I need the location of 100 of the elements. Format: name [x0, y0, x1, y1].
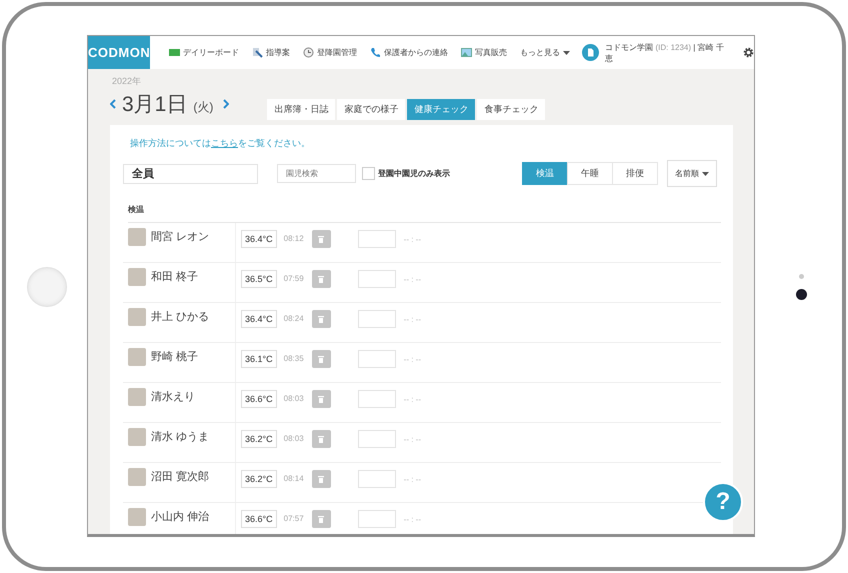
mode-tab[interactable]: 排便 — [612, 162, 658, 185]
time-label: -- : -- — [404, 515, 421, 524]
previous-day-button[interactable] — [110, 99, 116, 109]
trash-icon — [318, 236, 324, 242]
trash-icon — [318, 516, 324, 522]
tab[interactable]: 出席簿・日誌 — [267, 99, 336, 120]
temperature-field[interactable] — [358, 310, 396, 328]
chevron-left-icon — [110, 99, 116, 109]
clock-icon — [303, 47, 314, 58]
time-label: 08:35 — [284, 354, 304, 363]
child-name: 和田 柊子 — [151, 270, 198, 284]
temperature-field[interactable] — [358, 230, 396, 248]
help-text: 操作方法についてはこちら をご覧ください。 — [130, 137, 311, 150]
child-name: 清水えり — [151, 390, 195, 404]
time-label: -- : -- — [404, 475, 421, 484]
avatar-placeholder — [128, 428, 146, 446]
checkbox-label: 登園中園児のみ表示 — [378, 168, 450, 179]
delete-button[interactable] — [312, 270, 331, 288]
logo: CODMON — [88, 36, 150, 69]
avatar-placeholder — [128, 468, 146, 486]
temperature-field[interactable]: 36.4°C — [241, 230, 277, 248]
avatar-placeholder — [128, 388, 146, 406]
pencil-icon — [252, 47, 264, 58]
temperature-field[interactable]: 36.4°C — [241, 310, 277, 328]
time-label: 08:03 — [284, 434, 304, 443]
trash-icon — [318, 436, 324, 442]
child-name: 間宮 レオン — [151, 230, 210, 244]
account-name[interactable]: コドモン学園 (ID: 1234) | 宮崎 千恵 — [605, 42, 730, 64]
home-button[interactable] — [26, 266, 66, 306]
tab[interactable]: 食事チェック — [477, 99, 546, 120]
caret-icon — [563, 50, 570, 54]
child-name: 沼田 寛次郎 — [151, 470, 210, 484]
nav-link[interactable]: もっと見る — [520, 47, 570, 58]
temperature-field[interactable] — [358, 270, 396, 288]
camera-icon — [796, 288, 807, 300]
nav-link[interactable]: 指導案 — [252, 47, 290, 58]
trash-icon — [318, 316, 324, 322]
nav-link[interactable]: デイリーボード — [169, 47, 240, 58]
time-label: -- : -- — [404, 275, 421, 284]
photo-icon — [461, 47, 472, 58]
delete-button[interactable] — [312, 470, 331, 488]
board-icon — [169, 47, 180, 58]
temperature-field[interactable]: 36.6°C — [241, 390, 277, 408]
avatar-placeholder — [128, 508, 146, 526]
trash-icon — [318, 276, 324, 282]
delete-button[interactable] — [312, 390, 331, 408]
time-label: -- : -- — [404, 355, 421, 364]
avatar-placeholder — [128, 348, 146, 366]
settings-icon — [743, 47, 754, 58]
temperature-field[interactable]: 36.5°C — [241, 270, 277, 288]
weekday-label: (火) — [193, 98, 214, 116]
temperature-field[interactable]: 36.2°C — [241, 430, 277, 448]
tab[interactable]: 家庭での様子 — [337, 99, 406, 120]
time-label: -- : -- — [404, 315, 421, 324]
temperature-field[interactable]: 36.1°C — [241, 350, 277, 368]
trash-icon — [318, 356, 324, 362]
time-label: 08:03 — [284, 394, 304, 403]
delete-button[interactable] — [312, 430, 331, 448]
phone-icon — [370, 47, 382, 58]
avatar-placeholder — [128, 268, 146, 286]
checkbox[interactable] — [362, 167, 375, 180]
chevron-right-icon — [223, 99, 230, 109]
sort-dropdown[interactable]: 名前順 — [667, 160, 717, 187]
delete-button[interactable] — [312, 350, 331, 368]
document-icon — [582, 44, 600, 61]
nav-link[interactable]: 写真販売 — [461, 47, 508, 58]
date-heading: 3月1日 — [122, 92, 188, 118]
time-label: 08:12 — [284, 234, 304, 243]
avatar-placeholder — [128, 228, 146, 246]
temperature-field[interactable] — [358, 350, 396, 368]
temperature-field[interactable] — [358, 470, 396, 488]
child-name: 野崎 桃子 — [151, 350, 198, 364]
trash-icon — [318, 396, 324, 402]
avatar-placeholder — [128, 308, 146, 326]
child-name: 小山内 伸治 — [151, 510, 210, 524]
temperature-field[interactable] — [358, 430, 396, 448]
search-field[interactable]: 園児検索 — [277, 164, 356, 183]
child-name: 井上 ひかる — [151, 310, 210, 324]
sensor-icon — [799, 274, 804, 278]
delete-button[interactable] — [312, 230, 331, 248]
section-heading: 検温 — [128, 204, 721, 223]
temperature-field[interactable]: 36.6°C — [241, 510, 277, 528]
time-label: -- : -- — [404, 395, 421, 404]
delete-button[interactable] — [312, 510, 331, 528]
caret-icon — [702, 172, 709, 176]
group-select[interactable]: 全員 — [123, 164, 258, 184]
temperature-field[interactable] — [358, 510, 396, 528]
nav-link[interactable]: 登降園管理 — [303, 47, 358, 58]
time-label: -- : -- — [404, 435, 421, 444]
temperature-field[interactable] — [358, 390, 396, 408]
time-label: 07:57 — [284, 514, 304, 523]
time-label: 08:14 — [284, 474, 304, 483]
temperature-field[interactable]: 36.2°C — [241, 470, 277, 488]
year-label: 2022年 — [112, 75, 142, 88]
nav-link[interactable]: 保護者からの連絡 — [370, 47, 448, 58]
time-label: 08:24 — [284, 314, 304, 323]
mode-tab[interactable]: 午睡 — [567, 162, 613, 185]
next-day-button[interactable] — [223, 99, 230, 109]
trash-icon — [318, 476, 324, 482]
delete-button[interactable] — [312, 310, 331, 328]
